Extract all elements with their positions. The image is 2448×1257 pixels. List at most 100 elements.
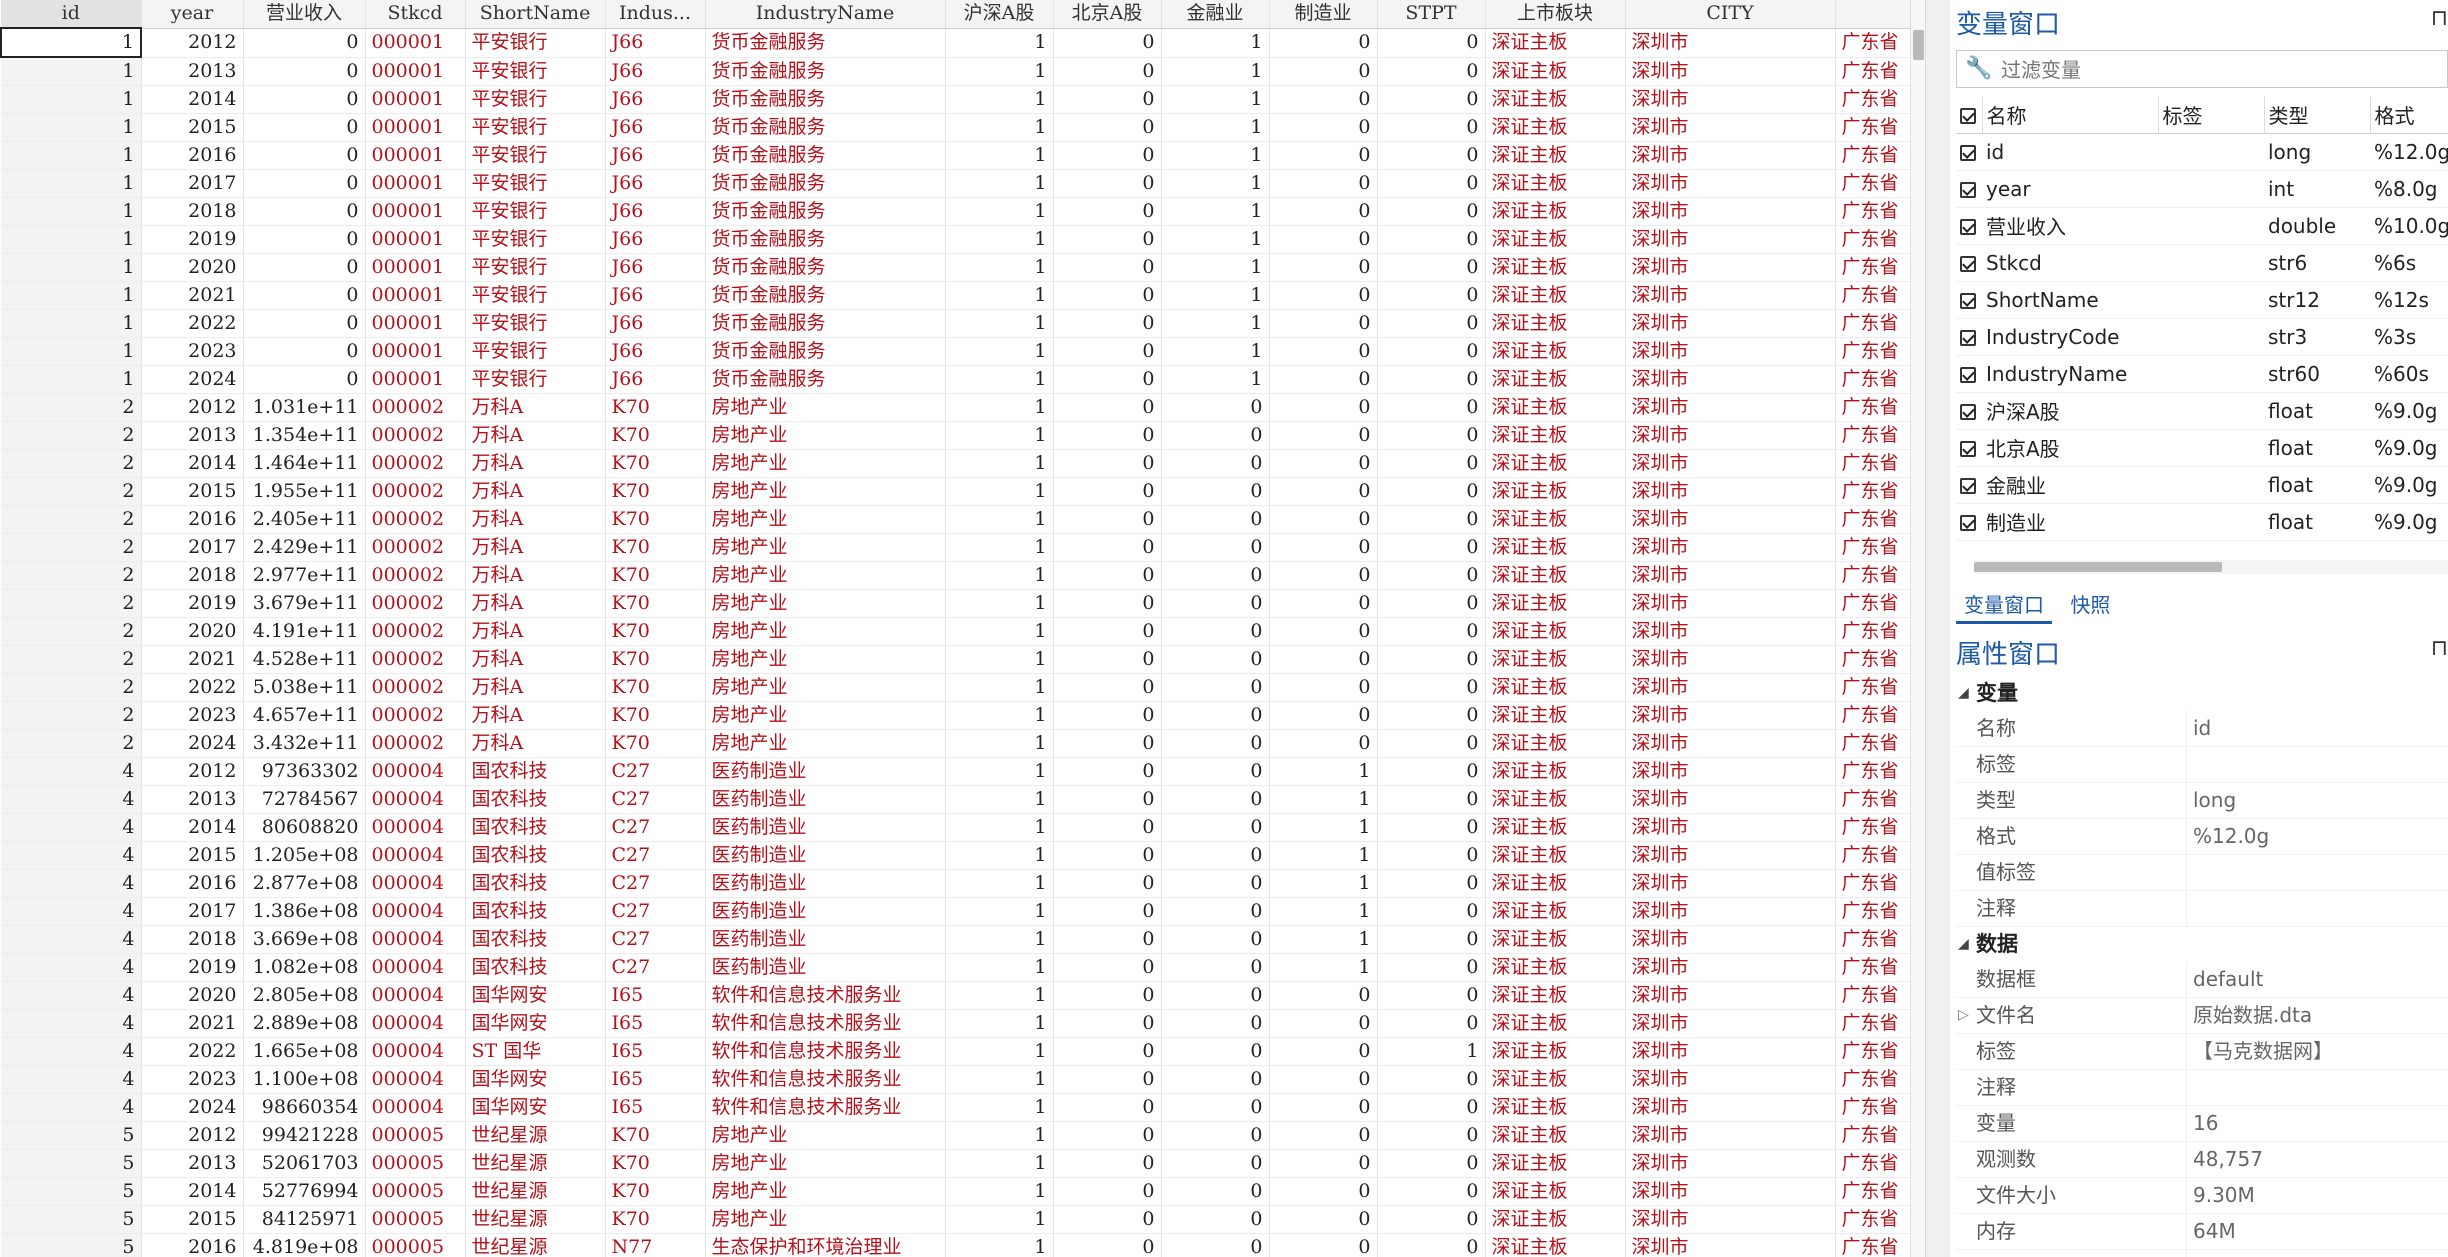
table-cell[interactable]: 医药制造业 <box>705 813 946 842</box>
property-row[interactable]: 文件大小 9.30M <box>1956 1178 2448 1214</box>
table-cell[interactable]: 1 <box>1161 141 1270 170</box>
table-cell[interactable]: 000004 <box>365 953 466 982</box>
table-cell[interactable]: 深证主板 <box>1485 1177 1626 1206</box>
table-cell[interactable]: 0 <box>1377 1149 1486 1178</box>
table-cell[interactable]: 1 <box>1161 85 1270 114</box>
table-cell[interactable]: 0 <box>243 281 366 310</box>
table-cell[interactable]: 000002 <box>365 673 466 702</box>
table-cell[interactable]: 房地产业 <box>705 1177 946 1206</box>
table-cell[interactable]: 深证主板 <box>1485 309 1626 338</box>
table-cell[interactable]: 平安银行 <box>465 337 606 366</box>
table-cell[interactable]: 1 <box>945 57 1054 86</box>
table-cell[interactable]: 深圳市 <box>1625 449 1836 478</box>
table-cell[interactable]: 0 <box>1053 1121 1162 1150</box>
table-cell[interactable]: 货币金融服务 <box>705 197 946 226</box>
table-cell[interactable]: 0 <box>1269 1233 1378 1257</box>
table-cell[interactable]: 2.889e+08 <box>243 1009 366 1038</box>
table-cell[interactable]: 0 <box>1161 897 1270 926</box>
table-cell[interactable]: 0 <box>243 85 366 114</box>
table-cell[interactable]: 0 <box>1053 1233 1162 1257</box>
table-cell[interactable]: 0 <box>1377 589 1486 618</box>
table-row[interactable]: 2 2022 5.038e+11 000002 万科A K70 房地产业 1 0 0 0 0 深证主板深… <box>1 673 1925 702</box>
table-cell[interactable]: 1.464e+11 <box>243 449 366 478</box>
table-cell[interactable]: 深证主板 <box>1485 197 1626 226</box>
table-row[interactable]: 1 2021 0 000001 平安银行 J66 货币金融服务 1 0 1 0 0 深证主板 深圳市 广东省 <box>1 281 1925 310</box>
table-cell[interactable]: 1 <box>1 141 142 170</box>
table-cell[interactable]: 1 <box>1 225 142 254</box>
table-cell[interactable]: 软件和信息技术服务业 <box>705 1009 946 1038</box>
table-cell[interactable]: 国农科技 <box>465 841 606 870</box>
table-cell[interactable]: C27 <box>605 953 706 982</box>
table-cell[interactable]: 0 <box>1161 645 1270 674</box>
table-cell[interactable]: 1 <box>1 197 142 226</box>
table-cell[interactable]: 深证主板 <box>1485 533 1626 562</box>
table-cell[interactable]: 0 <box>1053 897 1162 926</box>
variable-row[interactable]: IndustryCode str3 %3s <box>1956 318 2448 356</box>
table-cell[interactable]: 5 <box>1 1121 142 1150</box>
table-cell[interactable]: 0 <box>1053 1093 1162 1122</box>
table-cell[interactable]: 0 <box>1053 1177 1162 1206</box>
table-cell[interactable]: 0 <box>1269 505 1378 534</box>
table-cell[interactable]: 0 <box>1377 617 1486 646</box>
table-cell[interactable]: 2 <box>1 561 142 590</box>
table-cell[interactable]: 0 <box>1269 1149 1378 1178</box>
col-header-format[interactable]: 格式 <box>2370 96 2448 134</box>
table-cell[interactable]: 0 <box>1161 841 1270 870</box>
table-row[interactable]: 2 2014 1.464e+11 000002 万科A K70 房地产业 1 0 0 0 0 深证主板深… <box>1 449 1925 478</box>
variable-checkbox[interactable] <box>1956 133 1982 171</box>
table-cell[interactable]: 2017 <box>141 169 244 198</box>
table-cell[interactable]: 97363302 <box>243 757 366 786</box>
table-cell[interactable]: J66 <box>605 169 706 198</box>
table-row[interactable]: 2 2016 2.405e+11 000002 万科A K70 房地产业 1 0 0 0 0 深证主板深… <box>1 505 1925 534</box>
table-cell[interactable]: 000004 <box>365 1037 466 1066</box>
table-cell[interactable]: 2017 <box>141 897 244 926</box>
table-cell[interactable]: C27 <box>605 925 706 954</box>
table-cell[interactable]: 房地产业 <box>705 729 946 758</box>
table-cell[interactable]: 0 <box>1053 785 1162 814</box>
table-cell[interactable]: 0 <box>1377 113 1486 142</box>
table-cell[interactable]: 深证主板 <box>1485 1065 1626 1094</box>
table-cell[interactable]: K70 <box>605 645 706 674</box>
table-cell[interactable]: 深圳市 <box>1625 1037 1836 1066</box>
table-cell[interactable]: 国农科技 <box>465 757 606 786</box>
table-cell[interactable]: 国华网安 <box>465 1009 606 1038</box>
table-cell[interactable]: 1 <box>945 729 1054 758</box>
table-cell[interactable]: 2018 <box>141 197 244 226</box>
table-cell[interactable]: 0 <box>1269 1177 1378 1206</box>
table-cell[interactable]: 万科A <box>465 561 606 590</box>
table-cell[interactable]: K70 <box>605 1121 706 1150</box>
table-cell[interactable]: 1 <box>1 337 142 366</box>
table-cell[interactable]: 1 <box>945 645 1054 674</box>
table-cell[interactable]: K70 <box>605 1177 706 1206</box>
table-cell[interactable]: 0 <box>1377 645 1486 674</box>
variable-row[interactable]: 制造业 float %9.0g <box>1956 503 2448 541</box>
table-cell[interactable]: 1 <box>945 1121 1054 1150</box>
table-cell[interactable]: J66 <box>605 141 706 170</box>
table-cell[interactable]: 深圳市 <box>1625 673 1836 702</box>
table-row[interactable]: 2 2023 4.657e+11 000002 万科A K70 房地产业 1 0 0 0 0 深证主板深… <box>1 701 1925 730</box>
table-cell[interactable]: 1 <box>945 337 1054 366</box>
table-cell[interactable]: 0 <box>1161 1037 1270 1066</box>
table-cell[interactable]: 2023 <box>141 1065 244 1094</box>
property-row[interactable]: 数据框 default <box>1956 962 2448 998</box>
table-cell[interactable]: 0 <box>1269 85 1378 114</box>
table-cell[interactable]: J66 <box>605 197 706 226</box>
table-cell[interactable]: 1 <box>945 897 1054 926</box>
table-cell[interactable]: 000005 <box>365 1205 466 1234</box>
table-cell[interactable]: 深证主板 <box>1485 925 1626 954</box>
table-cell[interactable]: 2 <box>1 645 142 674</box>
table-cell[interactable]: 1 <box>945 813 1054 842</box>
table-cell[interactable]: 1 <box>945 925 1054 954</box>
table-cell[interactable]: 0 <box>1161 953 1270 982</box>
table-cell[interactable]: 房地产业 <box>705 421 946 450</box>
table-cell[interactable]: 万科A <box>465 449 606 478</box>
table-cell[interactable]: 0 <box>1377 337 1486 366</box>
table-cell[interactable]: 深圳市 <box>1625 1233 1836 1257</box>
table-cell[interactable]: 货币金融服务 <box>705 309 946 338</box>
table-row[interactable]: 1 2020 0 000001 平安银行 J66 货币金融服务 1 0 1 0 0 深证主板 深圳市 广东省 <box>1 253 1925 282</box>
table-cell[interactable]: 1 <box>1 85 142 114</box>
table-cell[interactable]: 0 <box>1161 1177 1270 1206</box>
table-cell[interactable]: C27 <box>605 841 706 870</box>
table-cell[interactable]: 0 <box>1269 141 1378 170</box>
table-cell[interactable]: 0 <box>1161 813 1270 842</box>
